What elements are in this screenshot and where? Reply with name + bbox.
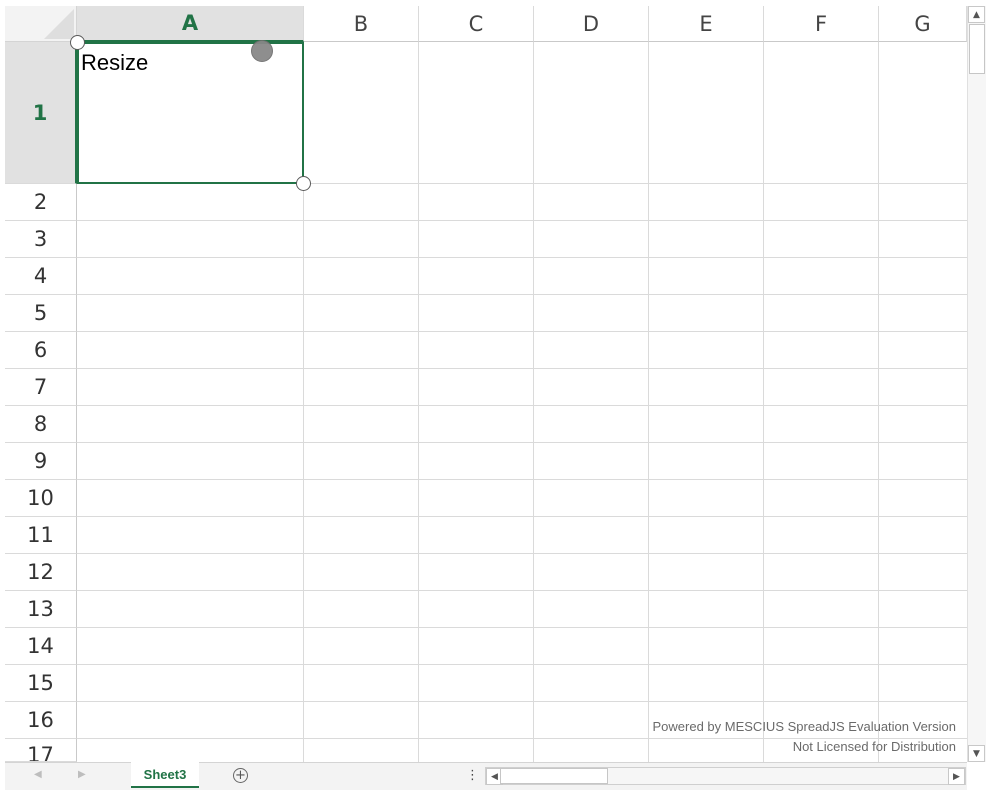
gridline [77,701,967,702]
watermark-line-1: Powered by MESCIUS SpreadJS Evaluation V… [652,719,957,734]
gridline [77,479,967,480]
column-header-d[interactable]: D [534,6,649,42]
row-header-6[interactable]: 6 [5,332,77,369]
scroll-up-icon[interactable]: ▲ [968,6,985,23]
resize-handle-top-left[interactable] [70,35,85,50]
tab-sheet3[interactable]: Sheet3 [131,762,199,788]
plus-circle-icon[interactable]: + [233,768,248,783]
horizontal-scroll-thumb[interactable] [500,768,608,784]
cell-a1[interactable]: Resize [77,42,304,184]
tab-nav-prev-icon[interactable]: ◀ [34,769,42,780]
row-header-5[interactable]: 5 [5,295,77,332]
row-header-11[interactable]: 11 [5,517,77,554]
column-header-b[interactable]: B [304,6,419,42]
gridline [878,42,879,762]
gridline [77,257,967,258]
gridline [533,42,534,762]
gridline [77,516,967,517]
gridline [648,42,649,762]
gridline [763,42,764,762]
gridline [77,220,967,221]
row-header-8[interactable]: 8 [5,406,77,443]
vertical-ellipsis-icon[interactable]: ⋮ [466,768,479,783]
drag-knob-icon[interactable] [251,40,273,62]
row-header-3[interactable]: 3 [5,221,77,258]
gridline [77,331,967,332]
gridline [77,294,967,295]
select-all-corner[interactable] [5,6,77,42]
vertical-scroll-thumb[interactable] [969,24,985,74]
gridline [77,405,967,406]
row-header-9[interactable]: 9 [5,443,77,480]
vertical-scrollbar[interactable] [967,6,986,762]
column-header-a[interactable]: A [77,6,304,42]
column-header-f[interactable]: F [764,6,879,42]
row-header-7[interactable]: 7 [5,369,77,406]
column-header-c[interactable]: C [419,6,534,42]
row-header-13[interactable]: 13 [5,591,77,628]
scroll-down-icon[interactable]: ▼ [968,745,985,762]
row-header-4[interactable]: 4 [5,258,77,295]
row-header-16[interactable]: 16 [5,702,77,739]
gridline [77,627,967,628]
tab-nav-next-icon[interactable]: ▶ [78,769,86,780]
row-header-1[interactable]: 1 [5,42,77,184]
gridline [418,42,419,762]
row-header-10[interactable]: 10 [5,480,77,517]
scroll-right-icon[interactable]: ▶ [948,768,965,785]
row-header-17[interactable]: 17 [5,739,77,762]
column-header-e[interactable]: E [649,6,764,42]
gridline [77,442,967,443]
resize-handle-bottom-right[interactable] [296,176,311,191]
row-header-2[interactable]: 2 [5,184,77,221]
column-header-g[interactable]: G [879,6,967,42]
row-header-12[interactable]: 12 [5,554,77,591]
watermark-line-2: Not Licensed for Distribution [792,739,956,754]
gridline [77,590,967,591]
gridline [77,368,967,369]
row-header-14[interactable]: 14 [5,628,77,665]
gridline [77,664,967,665]
spreadsheet: A B C D E F G 1 2 3 4 5 6 7 8 9 10 11 12… [0,0,992,792]
gridline [77,553,967,554]
row-header-15[interactable]: 15 [5,665,77,702]
